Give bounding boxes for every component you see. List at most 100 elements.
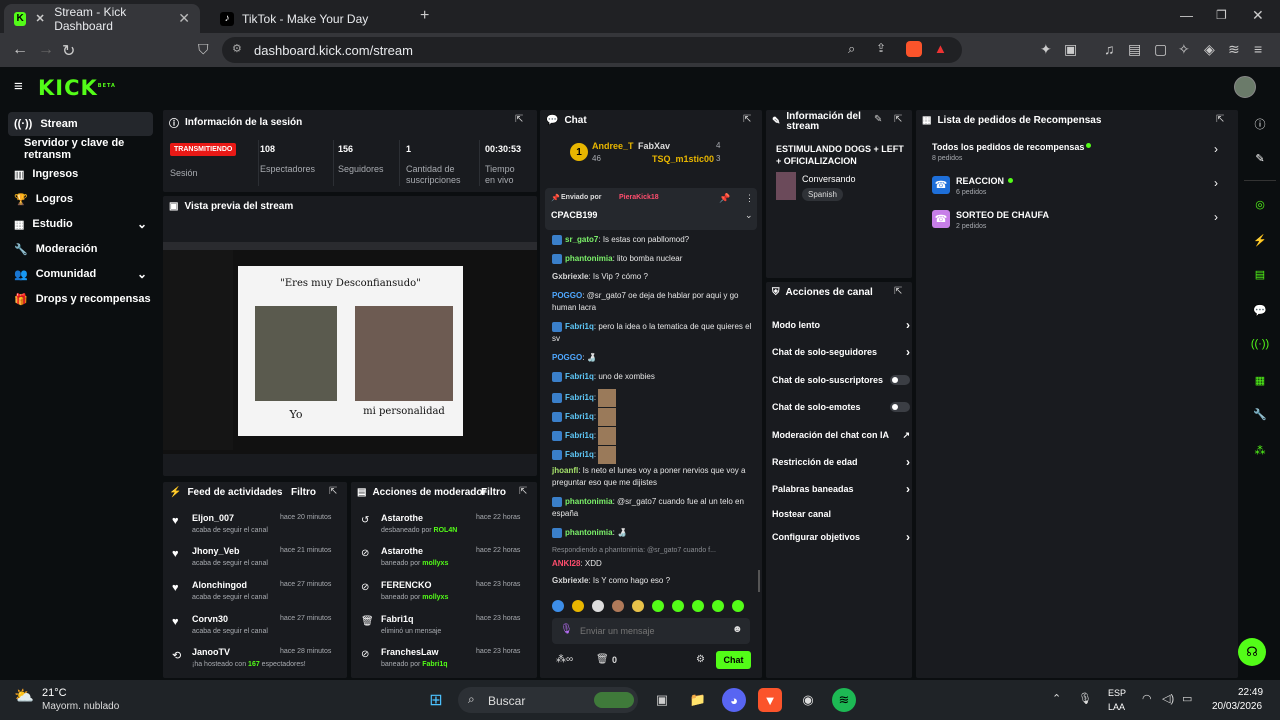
clock-date[interactable]: 20/03/2026 [1212, 701, 1262, 712]
sidebar-item-estudio[interactable]: ▦ Estudio ⌄ [8, 212, 153, 236]
chat-username[interactable]: Fabri1q [565, 372, 594, 381]
weather-temp[interactable]: 21°C [42, 687, 67, 699]
feed-row[interactable]: ♥ Alonchingod hace 27 minutos acaba de segu… [163, 579, 339, 609]
chat-message[interactable]: phantonimia: @sr_gato7 cuando fue al un … [552, 496, 752, 520]
media-icon[interactable]: ♫ [1104, 41, 1115, 57]
obs-icon[interactable]: ◉ [796, 688, 820, 712]
all-rewards-row[interactable]: Todos los pedidos de recompensas 8 pedid… [932, 140, 1228, 166]
actions-panel-icon[interactable]: ⁂ [1248, 438, 1272, 462]
emote-icon[interactable] [652, 600, 664, 612]
chat-message[interactable]: POGGO: @sr_gato7 oe deja de hablar por a… [552, 290, 752, 314]
mod-action-row[interactable]: ⊘ FERENCKO hace 23 horas baneado por mollyx… [351, 579, 531, 609]
back-icon[interactable]: ← [12, 41, 28, 59]
chat-username[interactable]: POGGO [552, 291, 582, 300]
stream-video[interactable]: "Eres muy Desconfiansudo" Yo mi personal… [163, 242, 537, 454]
sidebar-item-drops[interactable]: 🎁 Drops y recompensas [8, 287, 153, 311]
sidebar-item-comunidad[interactable]: 👥 Comunidad ⌄ [8, 262, 153, 286]
top-gifter-name[interactable]: Andree_T [592, 141, 634, 151]
support-button[interactable]: ☊ [1238, 638, 1266, 666]
popout-icon[interactable]: ⇱ [519, 486, 527, 497]
avatar[interactable] [1234, 76, 1256, 98]
chat-message[interactable]: phantonimia: 🍶 [552, 527, 752, 539]
feed-row[interactable]: ♥ Jhony_Veb hace 21 minutos acaba de seguir… [163, 545, 339, 575]
reload-icon[interactable]: ↻ [62, 41, 75, 61]
edit-icon[interactable]: ✎ [874, 114, 882, 125]
wifi-icon[interactable]: ◠ [1142, 692, 1152, 705]
battery-icon[interactable]: ▭ [1182, 692, 1192, 705]
reward-row[interactable]: ☎ REACCION 6 pedidos › [932, 174, 1228, 200]
sidebar-item-ingresos[interactable]: ▥ Ingresos [8, 162, 153, 186]
unpin-icon[interactable]: 📌 [719, 193, 730, 204]
emote-icon[interactable] [692, 600, 704, 612]
popout-icon[interactable]: ⇱ [329, 486, 337, 497]
send-chat-button[interactable]: Chat [716, 651, 751, 669]
popout-icon[interactable]: ⇱ [743, 114, 751, 125]
kick-logo[interactable]: KICKBETA [38, 76, 116, 100]
chat-panel-icon[interactable]: 💬 [1248, 298, 1272, 322]
chat-username[interactable]: POGGO [552, 353, 582, 362]
chevron-down-icon[interactable]: ⌄ [745, 210, 753, 221]
new-tab-icon[interactable]: + [420, 7, 429, 25]
sidebar-item-stream[interactable]: ((·)) Stream [8, 112, 153, 136]
sidebar-item-logros[interactable]: 🏆 Logros [8, 187, 153, 211]
channel-action-row[interactable]: Configurar objetivos › [772, 530, 910, 544]
channel-action-row[interactable]: Restricción de edad › [772, 455, 910, 469]
chat-message-field[interactable] [580, 623, 725, 639]
chat-username[interactable]: ANKI28 [552, 559, 580, 568]
pinned-message[interactable]: 📌 Enviado por PieraKick18 CPACB199 📌 ⋮ ⌄ [545, 188, 757, 230]
chat-message[interactable]: phantonimia: lito bomba nuclear [552, 253, 752, 265]
chat-username[interactable]: Fabri1q [565, 393, 594, 402]
channel-action-row[interactable]: Chat de solo-suscriptores [772, 373, 910, 387]
emote-icon[interactable] [612, 600, 624, 612]
emote-icon[interactable] [552, 600, 564, 612]
microphone-icon[interactable]: 🎙 [1078, 692, 1092, 705]
toggle-switch[interactable] [890, 402, 910, 412]
edit-icon[interactable]: ✎ [1248, 146, 1272, 170]
taskbar-search[interactable]: ⌕ Buscar [458, 687, 638, 713]
hamburger-icon[interactable]: ≡ [14, 78, 23, 95]
chat-message[interactable]: Respondiendo a phantonimia: @sr_gato7 cu… [552, 545, 752, 570]
chat-username[interactable]: Gxbriexle [552, 272, 588, 281]
chat-username[interactable]: sr_gato7 [565, 235, 598, 244]
brave-icon[interactable]: ▼ [758, 688, 782, 712]
channel-action-row[interactable]: Modo lento › [772, 318, 910, 332]
forward-icon[interactable]: → [38, 41, 54, 59]
chat-message[interactable]: sr_gato7: Is estas con pabllomod? [552, 234, 752, 246]
emoji-icon[interactable]: ☻ [732, 624, 743, 635]
brave-shield-icon[interactable] [906, 41, 922, 57]
chat-scrollbar[interactable] [758, 570, 760, 592]
emote-icon[interactable] [732, 600, 744, 612]
leo-icon[interactable]: ✧ [1178, 41, 1190, 58]
share-icon[interactable]: ⇪ [876, 41, 886, 55]
chat-username[interactable]: Fabri1q [565, 431, 594, 440]
popout-icon[interactable]: ⇱ [515, 114, 523, 125]
feed-row[interactable]: ♥ Eljon_007 hace 20 minutos acaba de seguir… [163, 512, 339, 542]
chat-username[interactable]: Fabri1q [565, 412, 594, 421]
profile-icon[interactable]: ≋ [1228, 41, 1240, 58]
file-explorer-icon[interactable]: 📁 [686, 688, 710, 712]
chat-username[interactable]: phantonimia [565, 497, 613, 506]
mod-action-row[interactable]: ⊘ Astarothe hace 22 horas baneado por molly… [351, 545, 531, 575]
settings-icon[interactable]: ⚙ [696, 654, 705, 665]
activity-panel-icon[interactable]: ⚡ [1248, 228, 1272, 252]
mod-action-row[interactable]: ↺ Astarothe hace 22 horas desbaneado por RO… [351, 512, 531, 542]
feed-row[interactable]: ⟲ JanooTV hace 28 minutos ¡ha hosteado con … [163, 646, 339, 676]
modactions-filter-button[interactable]: Filtro [481, 487, 506, 498]
brave-rewards-icon[interactable]: ▲ [934, 41, 947, 56]
rewards-panel-icon[interactable]: ▦ [1248, 368, 1272, 392]
extensions-icon[interactable]: ✦ [1040, 41, 1052, 58]
menu-icon[interactable]: ≡ [1254, 41, 1262, 57]
channel-action-row[interactable]: Palabras baneadas › [772, 482, 910, 496]
chat-message[interactable]: Fabri1q: [552, 389, 752, 407]
minimize-icon[interactable]: — [1180, 8, 1193, 23]
language-code[interactable]: ESP [1108, 688, 1126, 698]
emote-icon[interactable] [672, 600, 684, 612]
tab-kick-dashboard[interactable]: K ✕ Stream - Kick Dashboard ✕ [4, 4, 200, 33]
sidebar-item-moderacion[interactable]: 🔧 Moderación [8, 237, 153, 261]
chat-username[interactable]: jhoanfl [552, 466, 578, 475]
chat-message[interactable]: Fabri1q: [552, 446, 752, 464]
top-gifter-name[interactable]: TSQ_m1stic00 [652, 154, 714, 164]
chat-message[interactable]: Gxbriexle: Is Y como hago eso ? [552, 575, 752, 587]
close-window-icon[interactable]: ✕ [1252, 7, 1264, 24]
bookmark-icon[interactable]: ⛉ [198, 41, 209, 58]
